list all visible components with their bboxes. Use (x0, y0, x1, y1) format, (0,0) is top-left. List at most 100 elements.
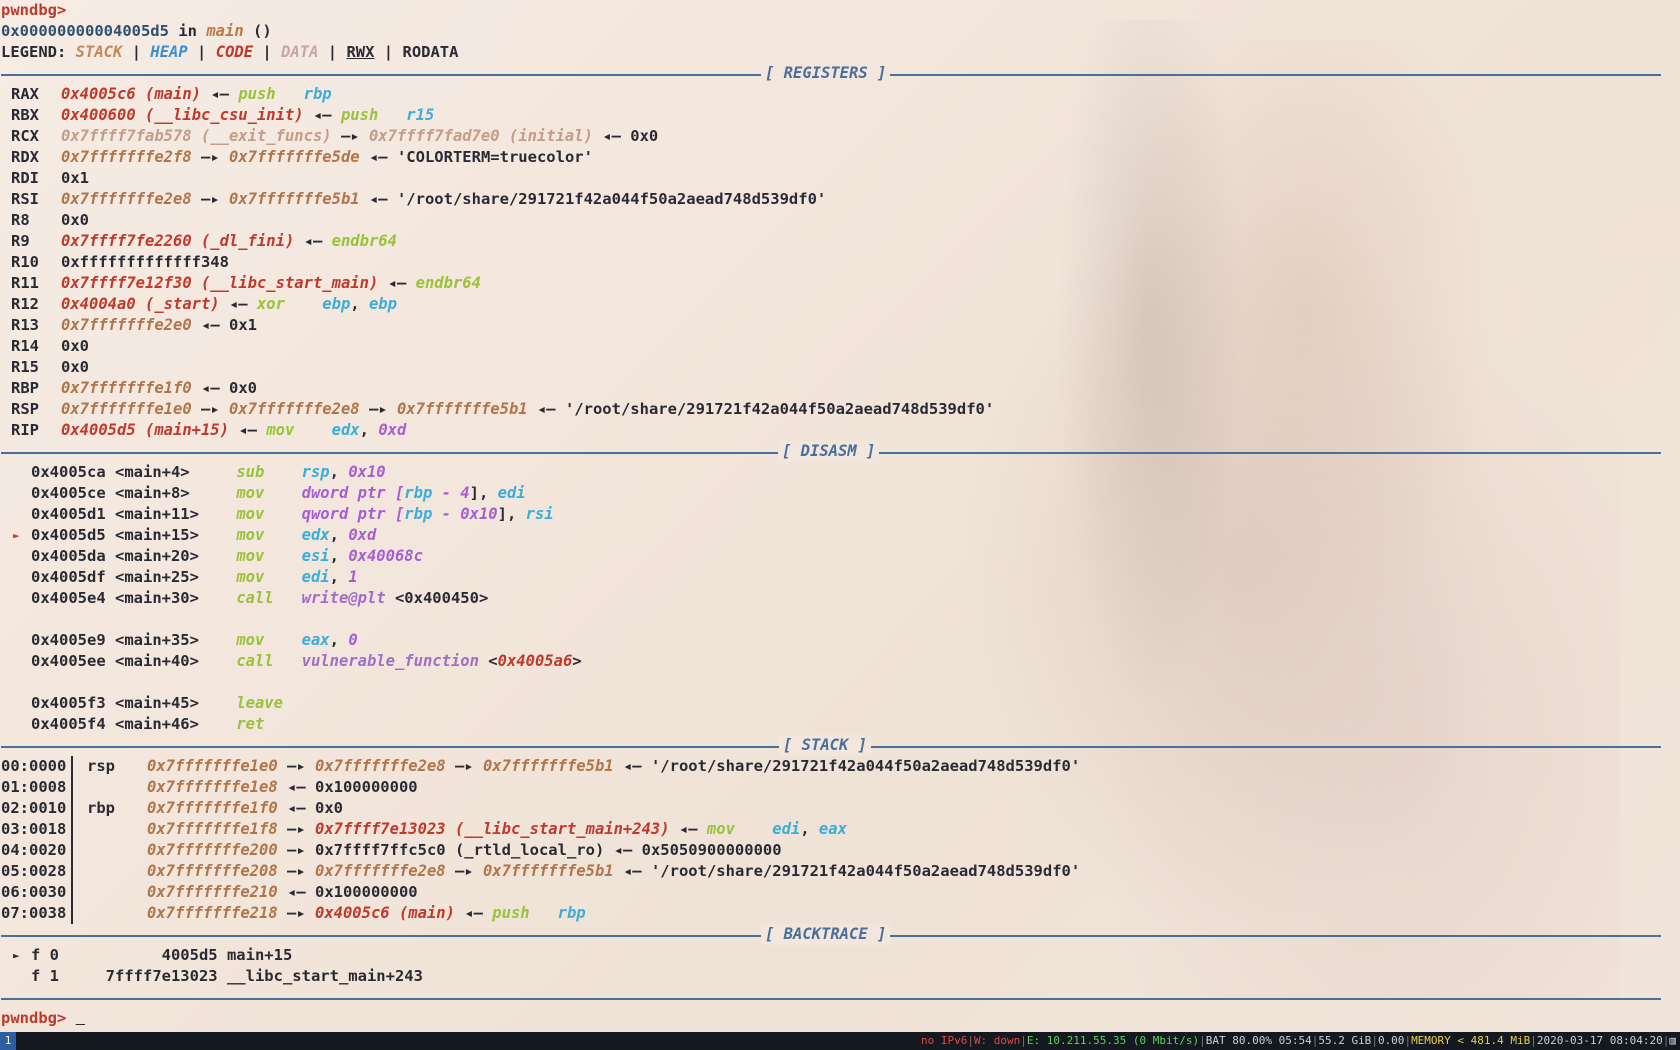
register-name: R10 (11, 253, 39, 271)
token-stk: 0x7fffffffe2e8 (228, 400, 360, 418)
token-num: 0x10 (348, 463, 386, 481)
token-arrow: —▸ (277, 757, 315, 775)
token-ins: endbr64 (331, 232, 397, 250)
register-row-r13: R13 0x7fffffffe2e0 ◂— 0x1 (1, 315, 1661, 336)
stack-value: 0x7fffffffe1e0 —▸ 0x7fffffffe2e8 —▸ 0x7f… (147, 756, 1080, 777)
token-plain: , (350, 295, 369, 313)
legend-data: DATA (281, 43, 319, 61)
token-data: 0x7ffff7fad7e0 (initial) (368, 127, 593, 145)
register-row-rbx: RBX 0x400600 (__libc_csu_init) ◂— push r1… (1, 105, 1661, 126)
token-opr: edi (772, 820, 801, 838)
token-plain: <0x400450> (385, 589, 489, 607)
location-addr: 0x00000000004005d5 (1, 22, 169, 40)
token-opr: esi (301, 547, 330, 565)
token-plain: < (478, 652, 498, 670)
token-arrow: ◂— (191, 379, 229, 397)
token-plain: 0x0 (630, 127, 659, 145)
token-num: 0x40068c (348, 547, 423, 565)
token-plain: 0x1 (228, 316, 257, 334)
token-opr: rsi (525, 505, 554, 523)
token-arrow: ◂— (228, 421, 267, 439)
token-ins: mov (236, 526, 302, 544)
token-ins: endbr64 (415, 274, 481, 292)
stack-value: 0x7fffffffe208 —▸ 0x7fffffffe2e8 —▸ 0x7f… (147, 861, 1080, 882)
token-ins: mov (236, 631, 302, 649)
status-segment: ▥ (1669, 1034, 1676, 1047)
register-row-rsp: RSP 0x7fffffffe1e0 —▸ 0x7fffffffe2e8 —▸ 0… (1, 399, 1661, 420)
token-code: 0x4004a0 (_start) (61, 295, 220, 313)
status-bar: 1 no IPv6|W: down|E: 10.211.55.35 (0 Mbi… (0, 1032, 1680, 1050)
stack-header: [ STACK ] (1, 735, 1661, 756)
token-arrow: ◂— (359, 190, 397, 208)
register-name: R15 (11, 358, 39, 376)
token-plain: 0x0 (61, 358, 89, 376)
workspace-button[interactable]: 1 (0, 1032, 16, 1050)
token-arrow: —▸ (277, 862, 315, 880)
token-plain: 0x4005e9 <main+35> (31, 631, 237, 649)
token-plain: 0x4005f3 <main+45> (31, 694, 237, 712)
stack-register (73, 903, 147, 924)
token-ins: mov (236, 505, 302, 523)
token-stk: 0x7fffffffe1f0 (61, 379, 192, 397)
stack-register (73, 777, 147, 798)
status-segment: | (1530, 1034, 1537, 1047)
disasm-row: 0x4005ee <main+40> call vulnerable_funct… (1, 651, 1661, 672)
status-segment: | (967, 1034, 974, 1047)
token-stk: 0x7fffffffe1f8 (147, 820, 278, 838)
stack-offset: 02:0010 (1, 798, 73, 819)
disasm-row: 0x4005f3 <main+45> leave (1, 693, 1661, 714)
token-arrow: ◂— (303, 106, 341, 124)
token-ins: push (492, 904, 558, 922)
stack-offset: 07:0038 (1, 903, 73, 924)
token-stk: 0x7fffffffe1e8 (147, 778, 278, 796)
status-segment: | (1199, 1034, 1206, 1047)
token-arrow: ◂— (378, 274, 416, 292)
token-plain: 0x1 (61, 169, 89, 187)
token-opr: edi (301, 568, 330, 586)
disasm-panel: 0x4005ca <main+4> sub rsp, 0x10 0x4005ce … (1, 462, 1661, 735)
disasm-row: 0x4005da <main+20> mov esi, 0x40068c (1, 546, 1661, 567)
disasm-row: 0x4005d1 <main+11> mov qword ptr [rbp - … (1, 504, 1661, 525)
token-plain: , (800, 820, 819, 838)
token-plain: 0x5050900000000 (641, 841, 782, 859)
token-code: 0x4005c6 (main) (61, 85, 201, 103)
prompt-line-input[interactable]: pwndbg> (1, 1008, 1661, 1029)
token-stk: 0x7fffffffe210 (147, 883, 278, 901)
token-arrow: ◂— (613, 757, 651, 775)
register-name: RDI (11, 169, 39, 187)
token-arrow: —▸ (331, 127, 369, 145)
token-plain: 0x4005da <main+20> (31, 547, 237, 565)
stack-register (73, 861, 147, 882)
token-opr: rbp (557, 904, 586, 922)
disasm-row: 0x4005e4 <main+30> call write@plt <0x400… (1, 588, 1661, 609)
token-stk: 0x7fffffffe200 (147, 841, 278, 859)
token-arrow: ◂— (219, 295, 257, 313)
disasm-title: [ DISASM ] (778, 441, 880, 462)
token-stk: 0x7fffffffe2e8 (314, 862, 446, 880)
token-code: 0x400600 (__libc_csu_init) (61, 106, 304, 124)
stack-row: 05:0028 0x7fffffffe208 —▸ 0x7fffffffe2e8 … (1, 861, 1661, 882)
terminal[interactable]: pwndbg> 0x00000000004005d5 in main () LE… (1, 0, 1661, 1029)
token-stk: 0x7fffffffe1e0 (61, 400, 192, 418)
token-plain: , (329, 526, 349, 544)
backtrace-title: [ BACKTRACE ] (761, 924, 891, 945)
token-stk: 0x7fffffffe218 (147, 904, 278, 922)
token-arrow: —▸ (445, 862, 483, 880)
disasm-row: 0x4005e9 <main+35> mov eax, 0 (1, 630, 1661, 651)
disasm-row: 0x4005f4 <main+46> ret (1, 714, 1661, 735)
token-arrow: ◂— (277, 883, 315, 901)
stack-panel: 00:0000 rsp 0x7fffffffe1e0 —▸ 0x7fffffffe2… (1, 756, 1661, 924)
stack-register: rsp (87, 757, 115, 775)
token-plain: 0x4005e4 <main+30> (31, 589, 237, 607)
token-opr: rbp (404, 505, 433, 523)
token-opr: rsp (301, 463, 330, 481)
register-name: RBX (11, 106, 39, 124)
token-arrow: ◂— (604, 841, 642, 859)
token-ins: leave (236, 694, 302, 712)
register-name: R14 (11, 337, 39, 355)
location-line: 0x00000000004005d5 in main () (1, 21, 1661, 42)
stack-value: 0x7fffffffe218 —▸ 0x4005c6 (main) ◂— pus… (147, 903, 586, 924)
register-row-rip: RIP 0x4005d5 (main+15) ◂— mov edx, 0xd (1, 420, 1661, 441)
stack-register (73, 819, 147, 840)
